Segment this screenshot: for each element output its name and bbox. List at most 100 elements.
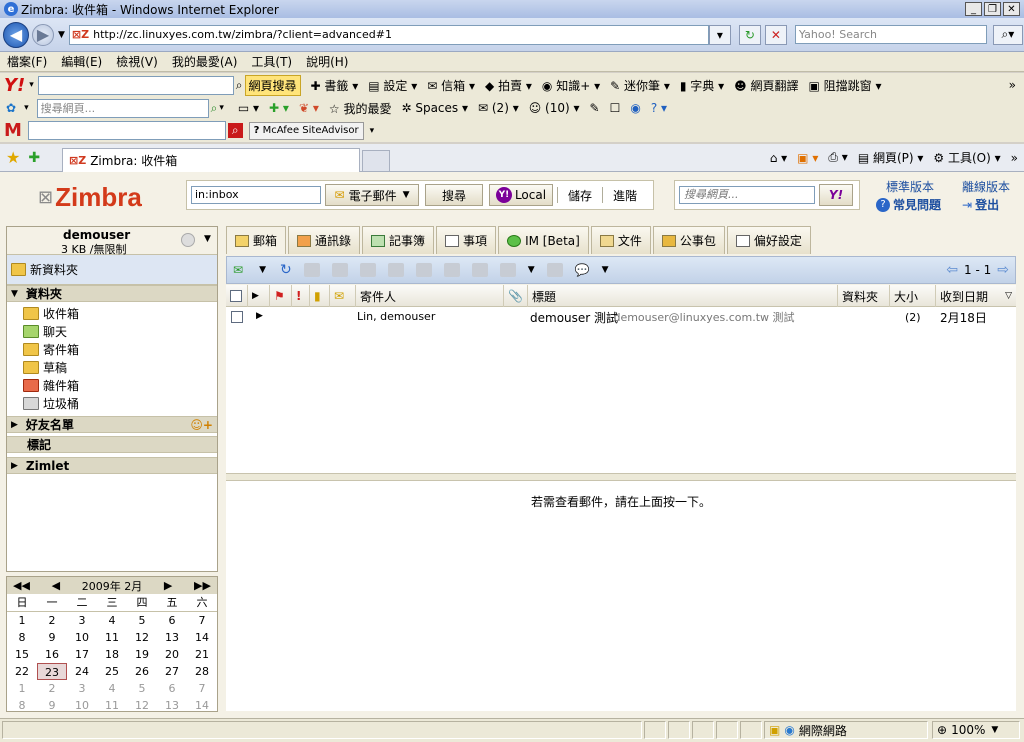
attachment-column[interactable]: 📎 xyxy=(504,285,528,307)
bookmarks-button[interactable]: ✚ 書籤 ▾ xyxy=(311,77,359,94)
folder-trash[interactable]: 垃圾桶 xyxy=(7,394,217,412)
logout-link[interactable]: ⇥ 登出 xyxy=(962,196,999,213)
calendar-day[interactable]: 14 xyxy=(187,697,217,714)
msn-contacts-button[interactable]: ☺ (10) ▾ xyxy=(529,101,580,115)
calendar-day[interactable]: 5 xyxy=(127,680,157,697)
msn-search-arrow-icon[interactable]: ▾ xyxy=(219,103,224,113)
status-column[interactable]: ✉ xyxy=(330,285,356,307)
favorites-star-icon[interactable]: ★ xyxy=(6,148,20,167)
folder-sent[interactable]: 寄件箱 xyxy=(7,340,217,358)
calendar-day[interactable]: 7 xyxy=(187,680,217,697)
calendar-day[interactable]: 4 xyxy=(97,680,127,697)
mcafee-arrow-icon[interactable]: ▾ xyxy=(370,126,375,136)
knowledge-button[interactable]: ◉ 知識+ ▾ xyxy=(542,77,600,94)
calendar-day[interactable]: 12 xyxy=(127,629,157,646)
flag-column[interactable]: ⚑ xyxy=(270,285,292,307)
reply-all-icon[interactable] xyxy=(415,263,432,277)
calendar-day[interactable]: 11 xyxy=(97,697,127,714)
mail-button[interactable]: ✉ 信箱 ▾ xyxy=(427,77,475,94)
translate-button[interactable]: ☻ 網頁翻譯 xyxy=(734,77,798,94)
check-mail-icon[interactable]: ↻ xyxy=(280,262,292,278)
zimlet-section-header[interactable]: ▶ Zimlet xyxy=(7,457,217,474)
print-icon[interactable]: ⎙ ▾ xyxy=(828,150,847,165)
next-month-icon[interactable]: ▶ xyxy=(164,579,172,592)
msn-pen-icon[interactable]: ✎ xyxy=(590,101,600,115)
calendar-day[interactable]: 19 xyxy=(127,646,157,663)
menu-edit[interactable]: 編輯(E) xyxy=(61,53,102,70)
tags-section-header[interactable]: 標記 xyxy=(7,436,217,453)
calendar-day[interactable]: 2 xyxy=(37,680,67,697)
help-link[interactable]: ? 常見問題 xyxy=(876,196,941,213)
date-column[interactable]: 收到日期 ▽ xyxy=(936,285,1016,307)
calendar-day[interactable]: 11 xyxy=(97,629,127,646)
stop-button[interactable]: ✕ xyxy=(764,24,787,45)
gmail-search-input[interactable] xyxy=(27,121,226,140)
tab-tasks[interactable]: 事項 xyxy=(436,226,497,254)
expand-conversation-icon[interactable]: ▶ xyxy=(256,311,263,321)
web-search-button[interactable]: Y! xyxy=(819,184,853,206)
security-zone[interactable]: ▣ ◉ 網際網路 xyxy=(764,721,928,739)
calendar-day[interactable]: 9 xyxy=(37,629,67,646)
calendar-day[interactable]: 17 xyxy=(67,646,97,663)
calendar-day[interactable]: 16 xyxy=(37,646,67,663)
select-all-checkbox[interactable] xyxy=(230,290,242,302)
advanced-search-link[interactable]: 進階 xyxy=(613,187,637,204)
web-search-button[interactable]: 網頁搜尋 xyxy=(244,74,301,96)
history-dropdown-icon[interactable]: ▼ xyxy=(58,30,65,40)
tab-preferences[interactable]: 偏好設定 xyxy=(726,226,811,254)
calendar-day[interactable]: 14 xyxy=(187,629,217,646)
search-type-dropdown[interactable]: ✉ 電子郵件 ▼ xyxy=(325,184,419,206)
next-year-icon[interactable]: ▶▶ xyxy=(194,579,211,592)
calendar-day[interactable]: 6 xyxy=(157,612,187,629)
new-tab-button[interactable] xyxy=(362,150,390,172)
calendar-day[interactable]: 27 xyxy=(157,663,187,680)
forward-icon[interactable] xyxy=(443,263,460,277)
zimbra-search-button[interactable]: 搜尋 xyxy=(425,184,483,206)
address-field[interactable]: ⊠Z http://zc.linuxyes.com.tw/zimbra/?cli… xyxy=(68,24,709,45)
presence-arrow-icon[interactable]: ▼ xyxy=(204,234,211,244)
tab-documents[interactable]: 文件 xyxy=(590,226,651,254)
spam-icon[interactable] xyxy=(471,263,488,277)
calendar-day[interactable]: 18 xyxy=(97,646,127,663)
calendar-day[interactable]: 13 xyxy=(157,697,187,714)
msn-search-input[interactable]: 搜尋網頁... xyxy=(36,98,209,118)
calendar-day[interactable]: 22 xyxy=(7,663,37,680)
view-icon[interactable] xyxy=(546,263,563,277)
msn-logo-icon[interactable]: ✿ xyxy=(6,101,16,115)
folder-inbox[interactable]: 收件箱 xyxy=(7,304,217,322)
settings-button[interactable]: ▤ 設定 ▾ xyxy=(368,77,417,94)
calendar-day[interactable]: 25 xyxy=(97,663,127,680)
menu-tools[interactable]: 工具(T) xyxy=(251,53,292,70)
msn-menu-arrow-icon[interactable]: ▾ xyxy=(24,103,29,113)
tab-im[interactable]: IM [Beta] xyxy=(498,226,589,254)
tools-menu-button[interactable]: ⚙ 工具(O) ▾ xyxy=(933,149,1000,166)
address-dropdown-button[interactable]: ▾ xyxy=(708,24,731,45)
presence-status-icon[interactable] xyxy=(181,233,195,247)
move-icon[interactable] xyxy=(331,263,348,277)
refresh-button[interactable]: ↻ xyxy=(738,24,761,45)
prev-month-icon[interactable]: ◀ xyxy=(52,579,60,592)
mini-pen-button[interactable]: ✎ 迷你筆 ▾ xyxy=(610,77,670,94)
prev-page-icon[interactable]: ⇦ xyxy=(946,262,958,278)
magnifier-icon[interactable]: ⌕ xyxy=(236,78,243,93)
zimbra-search-input[interactable]: in:inbox xyxy=(191,186,321,204)
tag-column[interactable]: ▮ xyxy=(310,285,330,307)
new-folder-button[interactable]: 新資料夾 xyxy=(7,255,217,285)
popup-blocker-button[interactable]: ▣ 阻擋跳窗 ▾ xyxy=(808,77,881,94)
msn-butterfly-icon[interactable]: ❦ ▾ xyxy=(299,101,319,115)
menu-file[interactable]: 檔案(F) xyxy=(7,53,47,70)
calendar-day[interactable]: 5 xyxy=(127,612,157,629)
home-icon[interactable]: ⌂ ▾ xyxy=(770,151,787,165)
close-window-button[interactable]: ✕ xyxy=(1003,2,1020,16)
calendar-day[interactable]: 15 xyxy=(7,646,37,663)
maximize-button[interactable]: ❐ xyxy=(984,2,1001,16)
standard-version-link[interactable]: 標準版本 xyxy=(884,178,936,195)
folder-chats[interactable]: 聊天 xyxy=(7,322,217,340)
yahoo-toolbar-search-input[interactable] xyxy=(37,75,234,95)
msn-help-icon[interactable]: ? ▾ xyxy=(651,101,667,115)
calendar-day[interactable]: 20 xyxy=(157,646,187,663)
calendar-day[interactable]: 1 xyxy=(7,612,37,629)
tab-overflow-icon[interactable]: » xyxy=(1011,151,1018,165)
msn-notes-icon[interactable]: ▭ ▾ xyxy=(238,101,259,115)
delete-icon[interactable] xyxy=(303,263,320,277)
